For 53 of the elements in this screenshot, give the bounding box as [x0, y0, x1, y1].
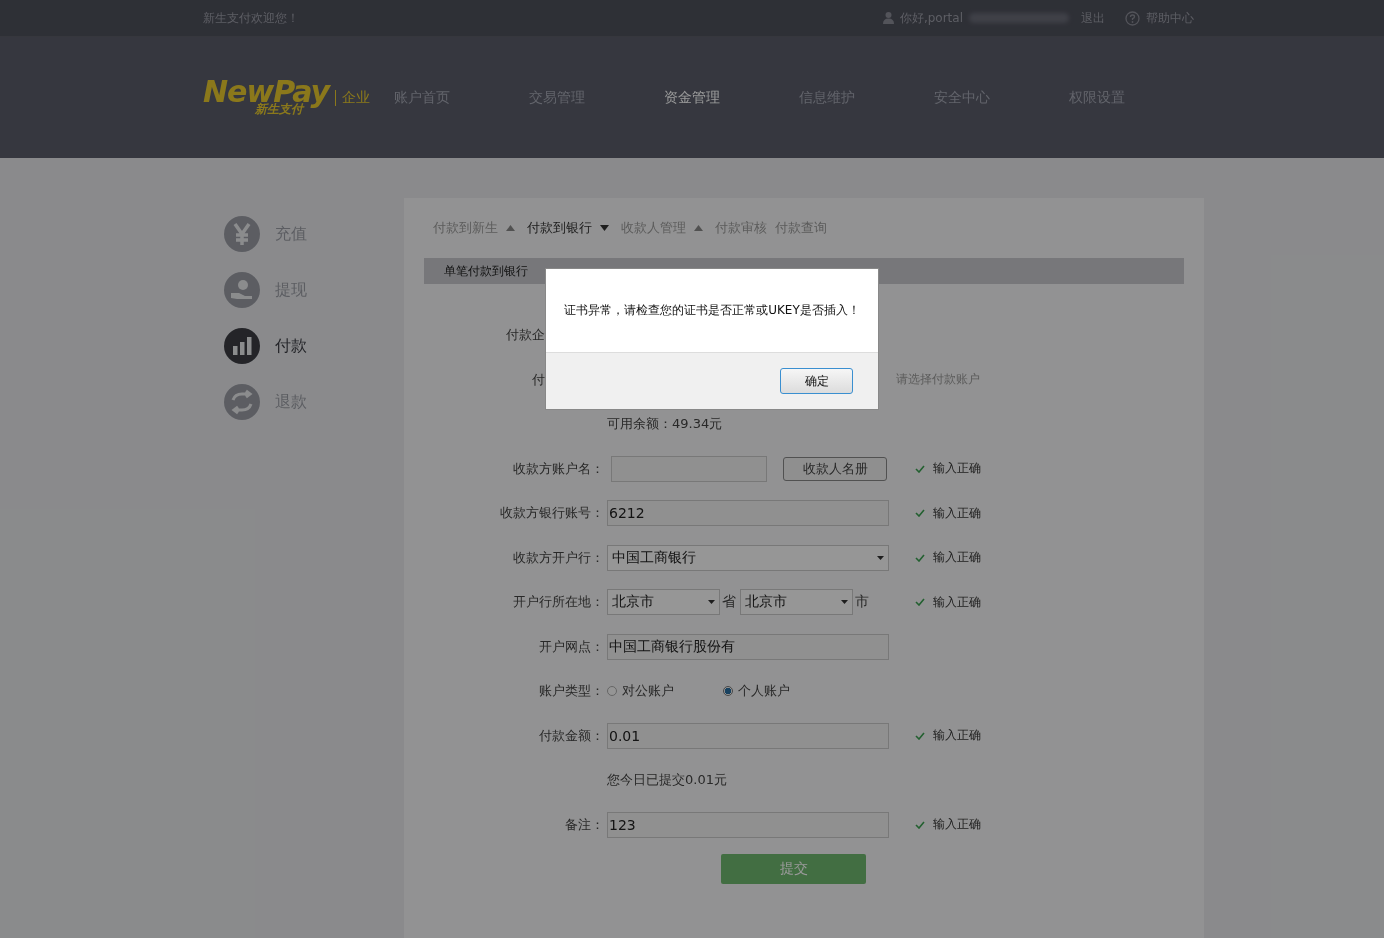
dropdown-arrow-icon	[877, 555, 884, 560]
select-field[interactable]: 北京市	[740, 589, 853, 616]
dropdown-arrow-icon	[708, 600, 715, 605]
field-label: 开户行所在地：	[512, 593, 604, 612]
input-field[interactable]: 123	[607, 811, 889, 838]
radio-option[interactable]: 对公账户	[607, 682, 723, 701]
sidebar-item[interactable]: 付款	[223, 318, 343, 374]
validation-text: 输入正确	[933, 549, 981, 567]
field-label: 付	[531, 370, 546, 389]
unit-text: 省	[722, 593, 736, 612]
note-text: 可用余额：49.34元	[607, 415, 723, 434]
input-field[interactable]: 0.01	[607, 722, 889, 749]
dropdown-arrow-icon	[841, 600, 848, 605]
validation-text: 输入正确	[933, 504, 981, 522]
input-field[interactable]: 中国工商银行股份有	[607, 633, 889, 660]
payee-list-button[interactable]: 收款人名册	[783, 456, 887, 481]
check-icon	[915, 553, 925, 562]
field-label: 收款方开户行：	[512, 548, 604, 567]
bar-chart-icon	[223, 327, 261, 365]
unit-text: 市	[855, 593, 869, 612]
dialog-message: 证书异常，请检查您的证书是否正常或UKEY是否插入！	[564, 302, 860, 319]
tab[interactable]: 付款到银行	[527, 219, 592, 237]
confirm-button[interactable]: 确定	[780, 368, 853, 394]
nav-item[interactable]: 资金管理	[664, 88, 799, 107]
field-label: 收款方银行账号：	[499, 504, 604, 523]
field-label: 开户网点：	[538, 637, 604, 656]
validation-text: 输入正确	[933, 593, 981, 611]
subtab[interactable]: 单笔付款到银行	[424, 262, 528, 280]
check-icon	[915, 820, 925, 829]
check-icon	[915, 598, 925, 607]
field-label: 备注：	[564, 815, 604, 834]
select-field[interactable]: 中国工商银行	[607, 544, 889, 571]
user-icon	[882, 12, 894, 24]
hand-coin-icon	[223, 271, 261, 309]
input-field[interactable]	[611, 455, 767, 482]
check-icon	[915, 464, 925, 473]
check-icon	[915, 509, 925, 518]
radio-option[interactable]: 个人账户	[723, 682, 839, 701]
edition-label: 企业	[342, 88, 371, 107]
note-text: 您今日已提交0.01元	[607, 771, 727, 790]
yen-icon	[223, 215, 261, 253]
field-label: 账户类型：	[538, 682, 604, 701]
validation-text: 输入正确	[933, 460, 981, 478]
select-field[interactable]: 北京市	[607, 589, 720, 616]
field-label: 付款企	[505, 326, 546, 345]
check-icon	[915, 731, 925, 740]
validation-text: 输入正确	[933, 816, 981, 834]
input-field[interactable]: 6212	[607, 500, 889, 527]
cycle-arrows-icon	[223, 383, 261, 421]
validation-text: 输入正确	[933, 727, 981, 745]
field-label: 收款方账户名：	[512, 459, 604, 478]
help-icon	[1125, 10, 1140, 26]
field-label: 付款金额：	[538, 726, 604, 745]
